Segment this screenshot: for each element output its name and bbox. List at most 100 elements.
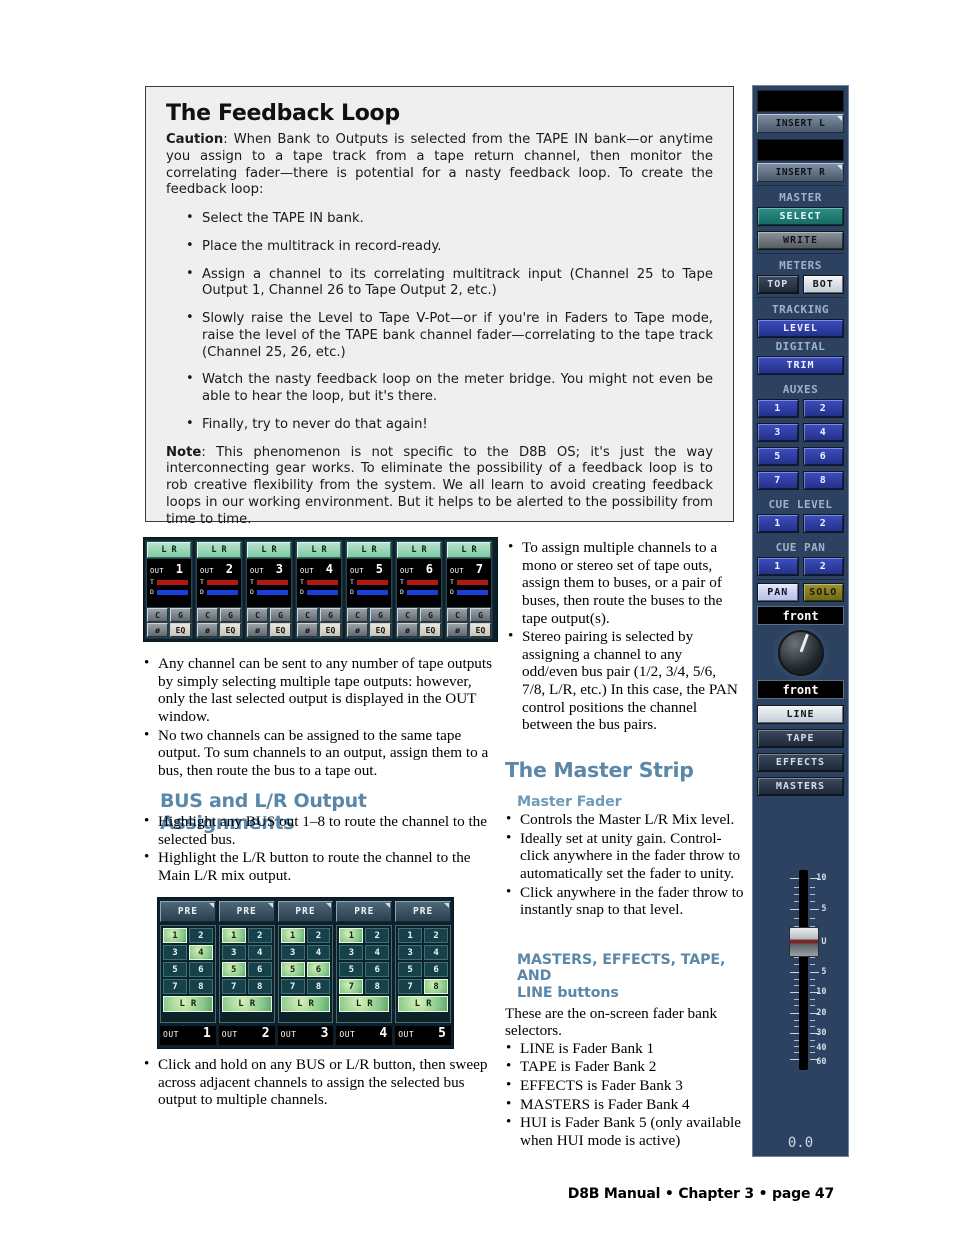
pre-button[interactable]: PRE (395, 901, 451, 922)
cue-pan-button-1[interactable]: 1 (757, 557, 799, 576)
bus-button-4[interactable]: 4 (188, 945, 213, 960)
eq-button[interactable]: EQ (270, 623, 291, 637)
fader-cap[interactable] (788, 926, 819, 957)
phase-icon[interactable]: ø (397, 623, 418, 637)
output-channel-strip[interactable]: LR OUT 2 T D CG ø EQ (195, 540, 243, 639)
bus-button-7[interactable]: 7 (339, 979, 364, 994)
bus-button-5[interactable]: 5 (163, 962, 187, 977)
lr-assign-button[interactable]: LR (397, 542, 441, 558)
lr-assign-button[interactable]: LR (221, 996, 272, 1012)
insert-r-button[interactable]: INSERT R (757, 163, 844, 182)
gate-button[interactable]: G (270, 608, 291, 622)
bus-button-4[interactable]: 4 (306, 945, 331, 960)
trim-button[interactable]: TRIM (757, 356, 844, 375)
bus-assign-strip[interactable]: PRE 12 34 56 78 LR OUT 3 (277, 901, 334, 1045)
eq-button[interactable]: EQ (320, 623, 341, 637)
fader-throw[interactable] (798, 869, 808, 1070)
bus-assign-strip[interactable]: PRE 12 34 56 78 LR OUT 2 (218, 901, 275, 1045)
phase-icon[interactable]: ø (147, 623, 168, 637)
bus-assign-strip[interactable]: PRE 12 34 56 78 LR OUT 5 (395, 901, 451, 1045)
bus-button-1[interactable]: 1 (221, 928, 246, 943)
phase-icon[interactable]: ø (297, 623, 318, 637)
bus-button-6[interactable]: 6 (365, 962, 390, 977)
bank-tape-button[interactable]: TAPE (757, 729, 844, 748)
bus-button-7[interactable]: 7 (221, 979, 246, 994)
aux-button-2[interactable]: 2 (802, 399, 844, 418)
pan-knob-icon[interactable] (777, 630, 824, 676)
pan-knob-wrap[interactable] (757, 625, 844, 680)
comp-button[interactable]: C (247, 608, 268, 622)
comp-button[interactable]: C (397, 608, 418, 622)
pan-button[interactable]: PAN (757, 583, 799, 602)
bus-button-6[interactable]: 6 (188, 962, 213, 977)
pre-button[interactable]: PRE (218, 901, 275, 922)
insert-l-button[interactable]: INSERT L (757, 114, 844, 133)
bus-assign-strip[interactable]: PRE 12 34 56 78 LR OUT 4 (336, 901, 393, 1045)
aux-button-4[interactable]: 4 (802, 423, 844, 442)
lr-assign-button[interactable]: LR (398, 996, 448, 1012)
lr-assign-button[interactable]: LR (197, 542, 241, 558)
bus-button-2[interactable]: 2 (365, 928, 390, 943)
bus-button-8[interactable]: 8 (424, 979, 448, 994)
bus-button-3[interactable]: 3 (221, 945, 246, 960)
cue-level-button-1[interactable]: 1 (757, 514, 799, 533)
gate-button[interactable]: G (170, 608, 191, 622)
comp-button[interactable]: C (197, 608, 218, 622)
bus-button-1[interactable]: 1 (398, 928, 423, 943)
bus-button-7[interactable]: 7 (398, 979, 423, 994)
output-channel-strip[interactable]: LR OUT 3 T D CG ø EQ (245, 540, 293, 639)
bus-button-4[interactable]: 4 (424, 945, 448, 960)
bus-button-1[interactable]: 1 (339, 928, 364, 943)
bus-button-7[interactable]: 7 (163, 979, 187, 994)
bus-button-4[interactable]: 4 (365, 945, 390, 960)
pre-button[interactable]: PRE (336, 901, 393, 922)
bus-button-6[interactable]: 6 (424, 962, 448, 977)
bus-button-2[interactable]: 2 (424, 928, 448, 943)
bus-button-3[interactable]: 3 (163, 945, 187, 960)
bus-button-6[interactable]: 6 (247, 962, 272, 977)
bus-button-7[interactable]: 7 (280, 979, 305, 994)
lr-assign-button[interactable]: LR (147, 542, 191, 558)
gate-button[interactable]: G (370, 608, 391, 622)
pre-button[interactable]: PRE (277, 901, 334, 922)
comp-button[interactable]: C (147, 608, 168, 622)
bus-button-5[interactable]: 5 (398, 962, 423, 977)
eq-button[interactable]: EQ (420, 623, 441, 637)
master-fader-zone[interactable]: 10 5 U 5 10 20 30 40 60 (757, 807, 844, 1133)
bus-button-2[interactable]: 2 (247, 928, 272, 943)
meters-bot-button[interactable]: BOT (802, 275, 844, 294)
aux-button-8[interactable]: 8 (802, 471, 844, 490)
bus-button-3[interactable]: 3 (280, 945, 305, 960)
bus-button-8[interactable]: 8 (247, 979, 272, 994)
pre-button[interactable]: PRE (160, 901, 216, 922)
eq-button[interactable]: EQ (370, 623, 391, 637)
lr-assign-button[interactable]: LR (339, 996, 390, 1012)
solo-button[interactable]: SOLO (802, 583, 844, 602)
bus-button-2[interactable]: 2 (306, 928, 331, 943)
bus-button-8[interactable]: 8 (306, 979, 331, 994)
bus-button-5[interactable]: 5 (339, 962, 364, 977)
bus-button-5[interactable]: 5 (221, 962, 246, 977)
comp-button[interactable]: C (447, 608, 468, 622)
level-button[interactable]: LEVEL (757, 319, 844, 338)
bus-button-6[interactable]: 6 (306, 962, 331, 977)
select-button[interactable]: SELECT (757, 207, 844, 226)
comp-button[interactable]: C (347, 608, 368, 622)
bank-line-button[interactable]: LINE (757, 705, 844, 724)
comp-button[interactable]: C (297, 608, 318, 622)
bus-button-1[interactable]: 1 (163, 928, 187, 943)
bus-button-2[interactable]: 2 (188, 928, 213, 943)
output-channel-strip[interactable]: LR OUT 7 T D CG ø EQ (445, 540, 493, 639)
gate-button[interactable]: G (420, 608, 441, 622)
bus-button-4[interactable]: 4 (247, 945, 272, 960)
bus-assign-strip[interactable]: PRE 12 34 56 78 LR OUT 1 (160, 901, 216, 1045)
aux-button-1[interactable]: 1 (757, 399, 799, 418)
gate-button[interactable]: G (320, 608, 341, 622)
eq-button[interactable]: EQ (220, 623, 241, 637)
lr-assign-button[interactable]: LR (280, 996, 331, 1012)
bus-button-3[interactable]: 3 (339, 945, 364, 960)
cue-level-button-2[interactable]: 2 (802, 514, 844, 533)
bus-button-3[interactable]: 3 (398, 945, 423, 960)
lr-assign-button[interactable]: LR (297, 542, 341, 558)
phase-icon[interactable]: ø (197, 623, 218, 637)
